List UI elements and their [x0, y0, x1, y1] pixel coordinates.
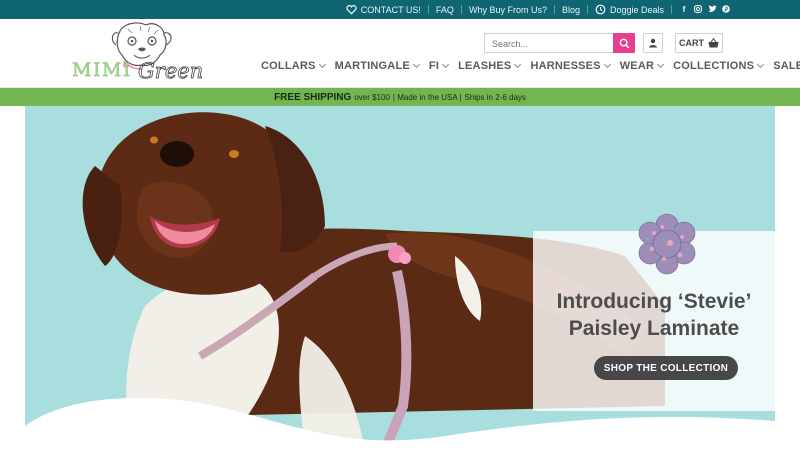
hero-banner[interactable]: Introducing ‘Stevie’ Paisley Laminate SH… [25, 106, 775, 450]
search-button[interactable] [613, 33, 635, 53]
nav-leashes[interactable]: LEASHES [458, 60, 522, 72]
clock-icon [595, 4, 606, 15]
promo-made-in-usa: | Made in the USA | [392, 92, 462, 102]
search-icon [619, 38, 629, 48]
free-shipping-headline: FREE SHIPPING [274, 91, 352, 103]
nav-label: MARTINGALE [334, 60, 410, 72]
doggie-deals-label: Doggie Deals [609, 4, 664, 15]
hero-title: Introducing ‘Stevie’ Paisley Laminate [519, 288, 775, 342]
shop-the-collection-button[interactable]: SHOP THE COLLECTION [594, 356, 738, 380]
contact-label: CONTACT US! [360, 4, 421, 15]
promo-threshold: over $100 [354, 92, 390, 102]
hero-promo-panel: Introducing ‘Stevie’ Paisley Laminate SH… [533, 213, 775, 411]
pinterest-icon[interactable] [722, 4, 730, 15]
site-logo[interactable]: MIMI Green [72, 21, 210, 87]
user-icon [649, 38, 657, 48]
doggie-deals-link[interactable]: Doggie Deals [588, 0, 671, 19]
nav-label: COLLARS [261, 60, 316, 72]
nav-wear[interactable]: WEAR [619, 60, 665, 72]
faq-link[interactable]: FAQ [429, 0, 461, 19]
chevron-down-icon [318, 60, 326, 69]
nav-label: FI [428, 60, 440, 72]
nav-martingale[interactable]: MARTINGALE [334, 60, 420, 72]
nav-fi[interactable]: FI [428, 60, 450, 72]
hero-title-line-2: Paisley Laminate [568, 317, 740, 340]
blog-link[interactable]: Blog [555, 0, 587, 19]
hero-title-line-1: Introducing ‘Stevie’ [556, 290, 752, 313]
nav-harnesses[interactable]: HARNESSES [530, 60, 611, 72]
nav-sale[interactable]: SALE [773, 60, 800, 72]
heart-icon [346, 5, 357, 15]
top-utility-bar: CONTACT US! FAQ Why Buy From Us? Blog Do… [0, 0, 800, 19]
chevron-down-icon [514, 60, 522, 69]
basket-icon [708, 38, 719, 48]
svg-text:Green: Green [138, 59, 203, 83]
main-nav: COLLARS MARTINGALE FI LEASHES HARNESSES … [261, 59, 800, 73]
promo-ship-time: Ships in 2-6 days [464, 92, 526, 102]
nav-collections[interactable]: COLLECTIONS [673, 60, 765, 72]
chevron-down-icon [657, 60, 665, 69]
pug-logo-icon: MIMI Green [72, 22, 204, 83]
twitter-icon[interactable] [708, 4, 717, 15]
site-header: MIMI Green CART COLLARS MARTINGALE FI LE… [0, 19, 800, 88]
account-button[interactable] [643, 33, 663, 53]
nav-label: WEAR [619, 60, 655, 72]
facebook-icon[interactable]: f [680, 5, 688, 15]
paisley-flower-swatch-icon [638, 213, 696, 275]
chevron-down-icon [603, 60, 611, 69]
social-links: f [672, 5, 730, 15]
nav-label: LEASHES [458, 60, 512, 72]
chevron-down-icon [442, 60, 450, 69]
promo-bar: FREE SHIPPING over $100 | Made in the US… [0, 88, 800, 106]
chevron-down-icon [757, 60, 765, 69]
nav-collars[interactable]: COLLARS [261, 60, 326, 72]
instagram-icon[interactable] [694, 4, 702, 15]
nav-label: HARNESSES [530, 60, 601, 72]
nav-label: SALE [773, 60, 800, 72]
cart-button[interactable]: CART [675, 33, 723, 53]
cart-label: CART [679, 38, 704, 48]
search-box [484, 33, 635, 53]
chevron-down-icon [412, 60, 420, 69]
svg-text:MIMI: MIMI [72, 59, 132, 81]
why-buy-link[interactable]: Why Buy From Us? [462, 0, 554, 19]
nav-label: COLLECTIONS [673, 60, 755, 72]
search-input[interactable] [485, 35, 613, 53]
contact-link[interactable]: CONTACT US! [339, 0, 428, 19]
